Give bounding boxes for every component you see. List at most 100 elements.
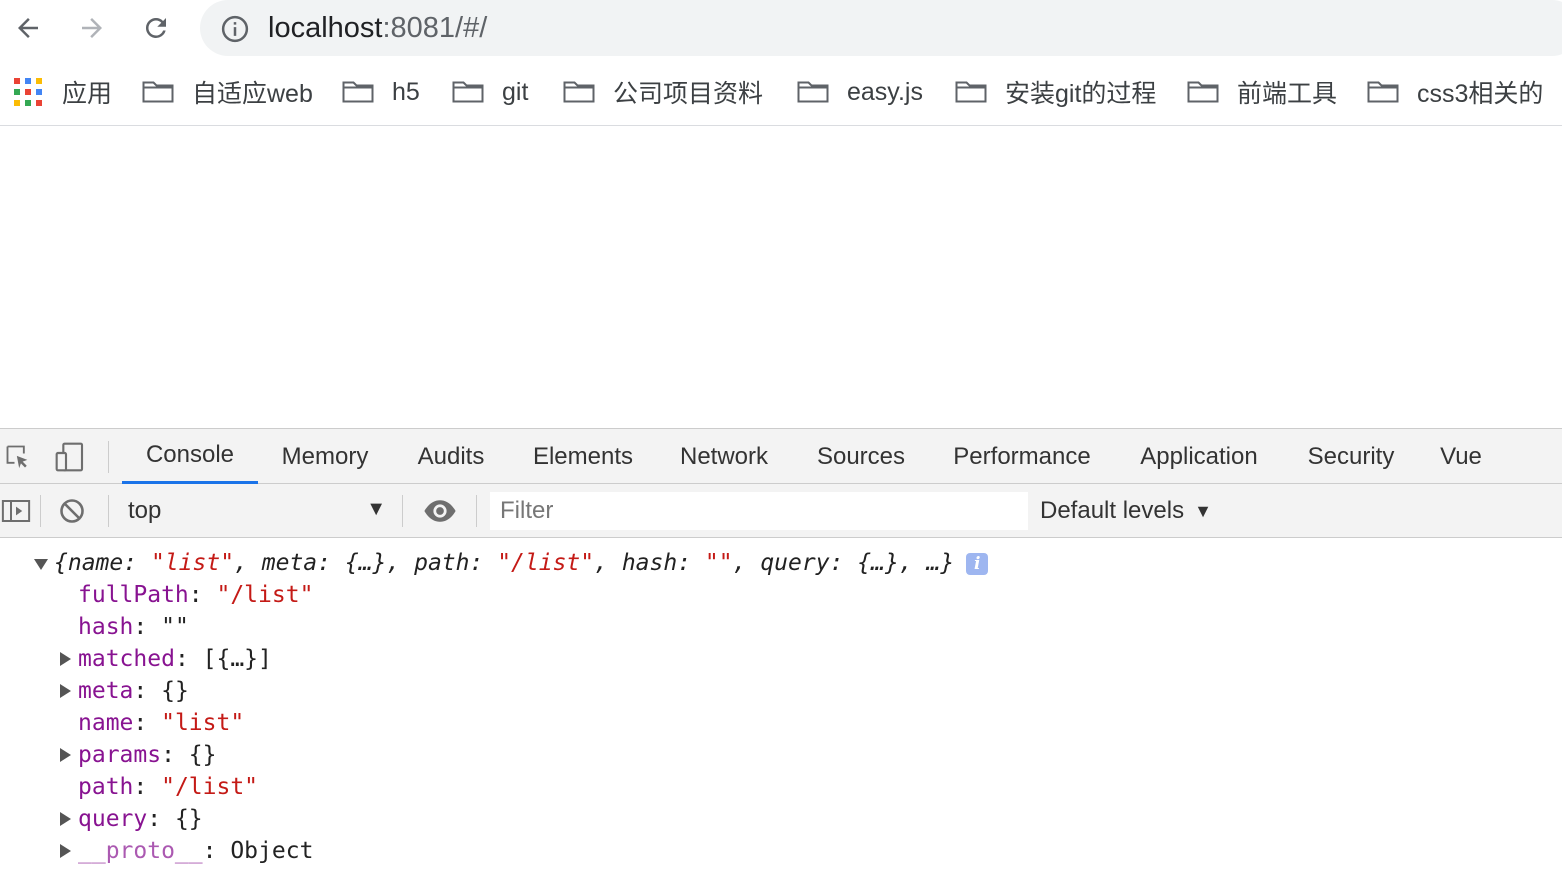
- property-value: [{…}]: [202, 646, 272, 672]
- expand-toggle-icon[interactable]: [60, 844, 71, 858]
- property-row[interactable]: __proto__: Object: [78, 835, 313, 867]
- property-value: "": [161, 614, 189, 640]
- device-toolbar-button[interactable]: [52, 441, 88, 473]
- property-value: {}: [188, 742, 217, 768]
- devtools-tab-bar: Console Memory Audits Elements Network S…: [0, 429, 1562, 484]
- tab-audits[interactable]: Audits: [405, 429, 497, 484]
- expand-toggle-icon[interactable]: [60, 652, 71, 666]
- apps-grid-dot: [14, 78, 20, 84]
- property-value: {}: [161, 678, 189, 704]
- console-output: {name: "list", meta: {…}, path: "/list",…: [0, 539, 1562, 870]
- show-sidebar-button[interactable]: [0, 495, 32, 527]
- tab-network[interactable]: Network: [668, 429, 780, 484]
- inspect-element-button[interactable]: [2, 441, 34, 473]
- folder-icon: [1367, 81, 1399, 103]
- bookmark-apps[interactable]: 应用: [14, 72, 112, 112]
- property-row: name: "list": [78, 710, 245, 736]
- tab-elements[interactable]: Elements: [522, 429, 644, 484]
- bookmark-label: 前端工具: [1237, 80, 1338, 108]
- info-icon[interactable]: [220, 14, 250, 44]
- bookmarks-bar: 应用 自适应web h5 git 公司项目资料 easy.js 安装git的过程…: [0, 58, 1562, 126]
- log-levels-label: Default levels: [1040, 497, 1185, 524]
- eye-icon: [424, 500, 456, 522]
- tab-memory[interactable]: Memory: [270, 429, 380, 484]
- bookmark-label: easy.js: [847, 77, 923, 106]
- bookmark-label: git: [502, 77, 529, 106]
- bookmark-folder[interactable]: h5: [342, 72, 420, 112]
- property-row[interactable]: matched: [{…}]: [78, 643, 272, 675]
- block-icon: [60, 499, 84, 523]
- reload-button[interactable]: [136, 8, 176, 48]
- apps-grid-dot: [25, 78, 31, 84]
- bookmark-label: 自适应web: [192, 80, 313, 108]
- expand-toggle-icon[interactable]: [34, 559, 48, 570]
- url-text[interactable]: localhost:8081/#/: [268, 10, 487, 46]
- property-key: meta: [78, 678, 134, 704]
- expand-toggle-icon[interactable]: [60, 812, 71, 826]
- tab-vue[interactable]: Vue: [1430, 429, 1492, 484]
- apps-grid-icon: [14, 78, 42, 106]
- property-row: fullPath: "/list": [78, 582, 314, 608]
- property-row[interactable]: params: {}: [78, 739, 217, 771]
- folder-icon: [563, 81, 595, 103]
- folder-icon: [342, 81, 374, 103]
- dropdown-arrow-icon: ▼: [366, 498, 386, 520]
- arrow-left-icon: [18, 18, 38, 38]
- folder-icon: [955, 81, 987, 103]
- tab-performance[interactable]: Performance: [942, 429, 1102, 484]
- address-bar[interactable]: localhost:8081/#/: [200, 0, 1562, 56]
- property-value: "/list": [216, 582, 314, 608]
- apps-grid-dot: [14, 100, 20, 106]
- expand-toggle-icon[interactable]: [60, 748, 71, 762]
- clear-console-button[interactable]: [56, 495, 88, 527]
- summary-value: "": [704, 550, 733, 576]
- bookmark-folder[interactable]: 公司项目资料: [563, 72, 763, 112]
- property-row[interactable]: meta: {}: [78, 675, 189, 707]
- browser-toolbar: localhost:8081/#/: [0, 0, 1562, 58]
- folder-icon: [797, 81, 829, 103]
- log-levels-dropdown[interactable]: Default levels ▼: [1040, 492, 1212, 530]
- property-value: "list": [161, 710, 245, 736]
- tab-console[interactable]: Console: [122, 429, 258, 484]
- dropdown-arrow-icon: ▼: [1194, 500, 1212, 521]
- tab-application[interactable]: Application: [1128, 429, 1270, 484]
- property-value: {}: [174, 806, 203, 832]
- summary-key: name: [67, 550, 124, 576]
- bookmark-label: 安装git的过程: [1005, 80, 1157, 108]
- tab-sources[interactable]: Sources: [805, 429, 917, 484]
- bookmark-folder[interactable]: 安装git的过程: [955, 72, 1156, 112]
- object-summary[interactable]: {name: "list", meta: {…}, path: "/list",…: [54, 547, 989, 579]
- tab-security[interactable]: Security: [1296, 429, 1406, 484]
- property-key: name: [78, 710, 134, 736]
- property-key: query: [78, 806, 148, 832]
- arrow-right-icon: [82, 18, 102, 38]
- apps-grid-dot: [25, 89, 31, 95]
- device-mobile-icon: [55, 442, 84, 472]
- sidebar-toggle-icon: [1, 500, 31, 522]
- bookmark-folder[interactable]: css3相关的: [1367, 72, 1543, 112]
- expand-toggle-icon[interactable]: [60, 684, 71, 698]
- summary-value: {…}: [857, 550, 899, 576]
- console-filter-input[interactable]: [490, 492, 1028, 530]
- toolbar-divider: [108, 441, 109, 473]
- property-row[interactable]: query: {}: [78, 803, 203, 835]
- back-button[interactable]: [8, 8, 48, 48]
- summary-value: {…}: [344, 550, 387, 576]
- bookmark-folder[interactable]: 自适应web: [142, 72, 313, 112]
- forward-button[interactable]: [72, 8, 112, 48]
- info-icon[interactable]: i: [966, 552, 989, 575]
- context-selector[interactable]: top ▼: [118, 492, 390, 530]
- summary-key: hash: [621, 550, 678, 576]
- property-key: matched: [78, 646, 175, 672]
- summary-value: "/list": [497, 550, 595, 576]
- live-expression-button[interactable]: [420, 495, 460, 527]
- apps-grid-dot: [36, 78, 42, 84]
- bookmark-folder[interactable]: easy.js: [797, 72, 923, 112]
- folder-icon: [452, 81, 484, 103]
- bookmark-label: h5: [392, 77, 420, 106]
- property-key: hash: [78, 614, 134, 640]
- apps-grid-dot: [36, 100, 42, 106]
- toolbar-divider: [402, 495, 403, 527]
- bookmark-folder[interactable]: 前端工具: [1187, 72, 1337, 112]
- bookmark-folder[interactable]: git: [452, 72, 528, 112]
